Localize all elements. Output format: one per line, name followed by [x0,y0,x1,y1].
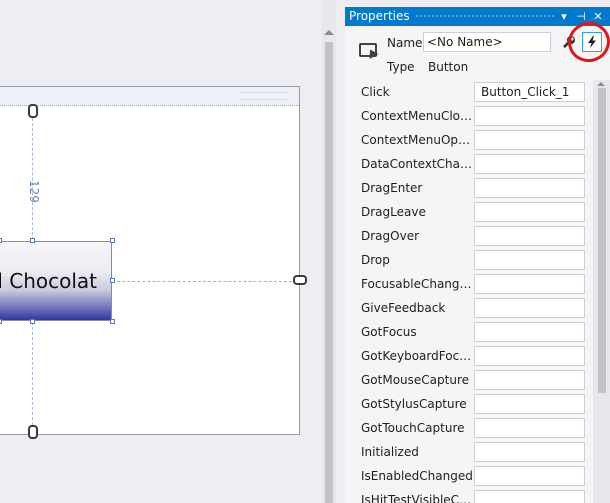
event-handler-field[interactable] [474,322,585,342]
event-handler-field[interactable] [474,106,585,126]
event-handler-field[interactable] [474,274,585,294]
event-row[interactable]: Click Button_Click_1 [345,80,593,104]
event-handler-field[interactable] [474,202,585,222]
event-row[interactable]: GotMouseCapture [345,368,593,392]
event-name: Initialized [361,445,419,459]
window-caption-buttons [239,92,289,100]
event-name: FocusableChanged [361,277,473,291]
event-name: IsHitTestVisibleCh... [361,493,473,503]
right-margin-guide [112,281,292,282]
event-name: IsEnabledChanged [361,469,473,483]
window-titlebar [0,87,299,106]
scroll-up-arrow-icon[interactable] [324,30,334,35]
event-handler-field[interactable] [474,130,585,150]
designer-vertical-scrollbar[interactable] [322,0,336,503]
type-label: Type [387,60,415,74]
top-margin-guide [32,118,33,240]
titlebar-grip [407,14,554,19]
event-row[interactable]: IsEnabledChanged [345,464,593,488]
designer-scroll-thumb[interactable] [325,42,333,503]
event-handler-field[interactable] [474,298,585,318]
resize-handle-top-left[interactable] [0,238,2,243]
event-name: GotTouchCapture [361,421,465,435]
event-row[interactable]: Initialized [345,440,593,464]
event-name: DragLeave [361,205,426,219]
event-name: GotKeyboardFocus [361,349,473,363]
event-handler-field[interactable] [474,178,585,198]
properties-scroll-thumb[interactable] [598,88,606,393]
event-handler-field[interactable] [474,346,585,366]
event-row[interactable]: GotStylusCapture [345,392,593,416]
resize-handle-top[interactable] [30,238,35,243]
event-row[interactable]: ContextMenuOpe... [345,128,593,152]
bottom-anchor-icon[interactable] [28,425,38,439]
events-grid: Click Button_Click_1 ContextMenuClosi... Co… [345,80,610,503]
event-row[interactable]: FocusableChanged [345,272,593,296]
resize-handle-bottom-left[interactable] [0,319,2,324]
properties-header: Name Type Button [345,18,610,80]
event-name: GotStylusCapture [361,397,467,411]
type-value: Button [428,60,469,74]
event-name: Click [361,85,390,99]
event-row[interactable]: IsHitTestVisibleCh... [345,488,593,503]
event-row[interactable]: DragOver [345,224,593,248]
right-anchor-icon[interactable] [293,275,307,285]
event-row[interactable]: GotKeyboardFocus [345,344,593,368]
resize-handle-bottom[interactable] [30,319,35,324]
event-name: GotMouseCapture [361,373,469,387]
resize-handle-top-right[interactable] [110,238,115,243]
button-content-text: d Chocolat [0,269,97,293]
name-field[interactable] [423,32,551,52]
panel-title: Properties [349,9,414,23]
event-handler-field[interactable] [474,466,585,486]
bottom-margin-guide [32,322,33,430]
designer-surface[interactable]: 129 d Chocolat [0,0,322,503]
event-handler-field[interactable] [474,394,585,414]
scroll-up-arrow-icon[interactable] [597,82,605,86]
margin-value-label: 129 [27,180,41,203]
event-handler-field[interactable] [474,490,585,503]
selected-button-control[interactable]: d Chocolat [0,241,112,321]
event-name: ContextMenuClosi... [361,109,473,123]
event-row[interactable]: GotFocus [345,320,593,344]
resize-handle-right[interactable] [110,278,115,283]
event-name: Drop [361,253,390,267]
event-handler-field[interactable] [474,250,585,270]
properties-titlebar[interactable]: Properties ▾ ⊣ ✕ [345,7,610,26]
event-row[interactable]: Drop [345,248,593,272]
event-name: GiveFeedback [361,301,446,315]
dropdown-icon[interactable]: ▾ [556,7,572,26]
properties-vertical-scrollbar[interactable] [593,80,610,503]
red-highlight-circle [564,18,610,66]
properties-panel: Properties ▾ ⊣ ✕ Name Type Button Click B… [345,7,610,503]
event-handler-field[interactable] [474,442,585,462]
event-name: DragEnter [361,181,423,195]
event-row[interactable]: DataContextChang... [345,152,593,176]
resize-handle-bottom-right[interactable] [110,319,115,324]
event-row[interactable]: GiveFeedback [345,296,593,320]
event-row[interactable]: GotTouchCapture [345,416,593,440]
element-picker-icon [359,43,377,57]
event-row[interactable]: DragEnter [345,176,593,200]
event-handler-field[interactable] [474,370,585,390]
event-handler-field[interactable]: Button_Click_1 [474,82,585,102]
event-handler-field[interactable] [474,154,585,174]
event-name: DataContextChang... [361,157,473,171]
event-name: DragOver [361,229,420,243]
event-handler-field[interactable] [474,226,585,246]
top-anchor-icon[interactable] [28,104,38,118]
name-label: Name [387,36,423,50]
event-handler-field[interactable] [474,418,585,438]
event-name: ContextMenuOpe... [361,133,473,147]
event-name: GotFocus [361,325,417,339]
event-row[interactable]: ContextMenuClosi... [345,104,593,128]
event-row[interactable]: DragLeave [345,200,593,224]
